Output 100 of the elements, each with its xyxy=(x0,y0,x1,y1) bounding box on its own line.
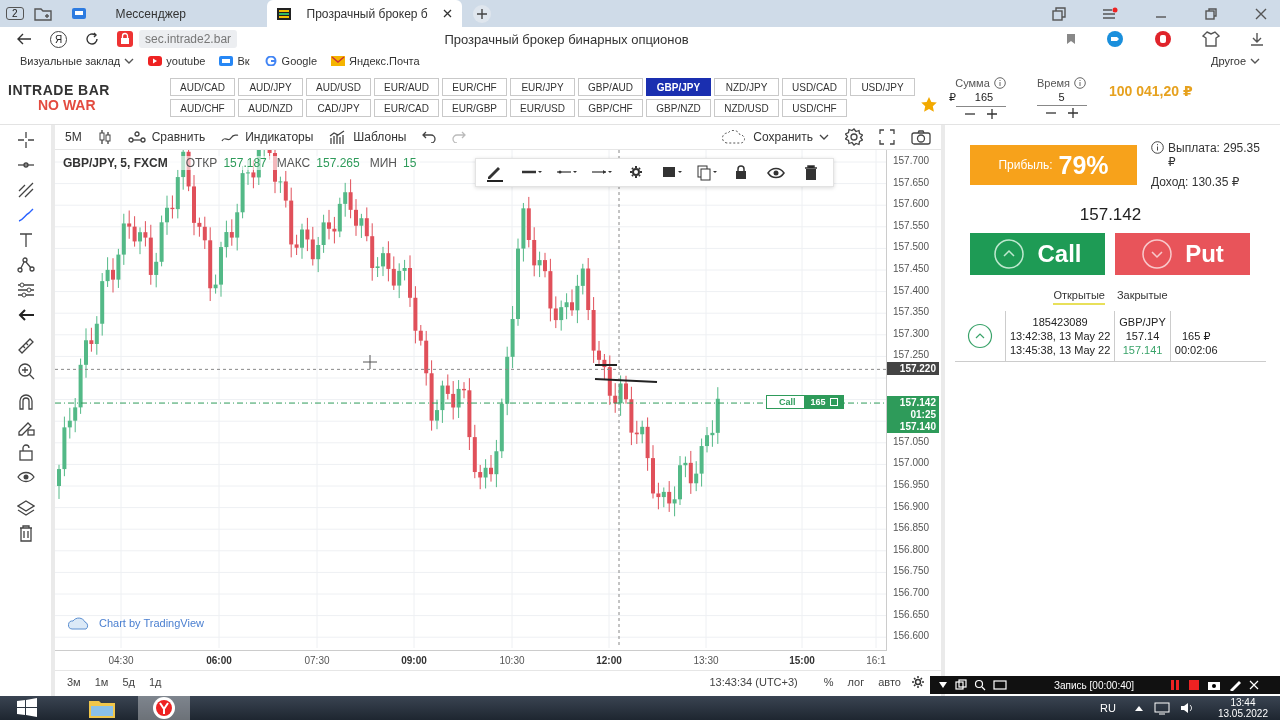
shirt-icon[interactable] xyxy=(1202,31,1220,47)
scale-button[interactable]: авто xyxy=(874,675,905,688)
toolbar-button[interactable]: Индикаторы xyxy=(221,129,314,145)
plus-icon[interactable] xyxy=(985,108,998,119)
pen-icon[interactable] xyxy=(1228,679,1243,691)
tabs-icon[interactable] xyxy=(1052,6,1066,21)
settings-icon[interactable] xyxy=(845,128,863,146)
bookmark-link[interactable]: Другое xyxy=(1211,55,1260,67)
call-button[interactable]: Call xyxy=(970,233,1105,275)
pair-button[interactable]: AUD/USD xyxy=(306,78,371,96)
new-tab-icon[interactable] xyxy=(471,3,492,24)
pair-button[interactable]: AUD/NZD xyxy=(238,99,303,117)
frame-icon[interactable] xyxy=(993,679,1007,691)
caret-icon[interactable] xyxy=(1133,704,1144,712)
pair-button[interactable]: NZD/USD xyxy=(714,99,779,117)
sliders-icon[interactable] xyxy=(16,281,35,299)
brush-icon[interactable] xyxy=(16,181,35,199)
address-field[interactable]: sec.intrade2.bar xyxy=(139,30,238,48)
layers-icon[interactable] xyxy=(16,499,35,517)
bookmark-link[interactable]: Google xyxy=(263,55,318,67)
pair-button[interactable]: EUR/AUD xyxy=(374,78,439,96)
camera-icon[interactable] xyxy=(1207,679,1222,691)
language-indicator[interactable]: RU xyxy=(1100,702,1116,714)
browser-tab[interactable]: Прозрачный брокер б xyxy=(266,0,462,27)
fullscreen-icon[interactable] xyxy=(879,129,895,145)
pair-button[interactable]: AUD/CAD xyxy=(170,78,235,96)
browser-tab[interactable]: Мессенджер xyxy=(61,0,257,27)
stop-icon[interactable] xyxy=(1188,679,1201,691)
pair-button[interactable]: CAD/JPY xyxy=(306,99,371,117)
pair-button[interactable]: NZD/JPY xyxy=(714,78,779,96)
scale-button[interactable]: лог xyxy=(843,675,869,688)
bookmark-link[interactable]: Яндекс.Почта xyxy=(331,55,420,67)
bookmark-link[interactable]: youtube xyxy=(148,55,206,67)
pair-button[interactable]: EUR/GBP xyxy=(442,99,507,117)
reload-icon[interactable] xyxy=(85,32,99,46)
bookmark-icon[interactable] xyxy=(1066,33,1076,45)
crosshair-icon[interactable] xyxy=(16,131,35,149)
camera-icon[interactable] xyxy=(911,129,931,145)
input-field[interactable]: ₽ 165 xyxy=(943,88,1018,106)
tab[interactable]: Закрытые xyxy=(1116,287,1168,305)
magnet-icon[interactable] xyxy=(16,393,35,411)
back-icon[interactable] xyxy=(16,32,32,46)
pair-button[interactable]: AUD/CHF xyxy=(170,99,235,117)
range-button[interactable]: 1м xyxy=(90,675,113,688)
window-icon[interactable] xyxy=(955,679,967,691)
speaker-icon[interactable] xyxy=(1179,701,1194,715)
pause-icon[interactable] xyxy=(1169,679,1182,691)
pair-button[interactable]: EUR/USD xyxy=(510,99,575,117)
arrow-down-icon xyxy=(1141,238,1174,270)
pair-button[interactable]: GBP/NZD xyxy=(646,99,711,117)
put-button[interactable]: Put xyxy=(1115,233,1250,275)
range-button[interactable]: 1д xyxy=(144,675,166,688)
input-field[interactable]: 5 xyxy=(1024,89,1099,105)
tab-count-badge[interactable]: 2 xyxy=(6,7,24,20)
interval-button[interactable]: 5М xyxy=(65,130,82,144)
star-icon[interactable] xyxy=(921,97,937,112)
pair-button[interactable]: USD/JPY xyxy=(850,78,915,96)
range-button[interactable]: 5д xyxy=(118,675,139,688)
pair-button[interactable]: GBP/AUD xyxy=(578,78,643,96)
pair-button[interactable]: GBP/JPY xyxy=(646,78,711,96)
bookmark-link[interactable]: Визуальные заклад xyxy=(20,55,135,67)
attribution-link[interactable]: Chart by TradingView xyxy=(67,616,204,630)
settings-icon[interactable] xyxy=(911,674,925,689)
save-button[interactable]: Сохранить xyxy=(721,130,829,144)
pair-button[interactable]: USD/CHF xyxy=(782,99,847,117)
scale-button[interactable]: % xyxy=(819,675,838,688)
plus-icon[interactable] xyxy=(1066,108,1079,118)
pair-button[interactable]: EUR/JPY xyxy=(510,78,575,96)
pair-button[interactable]: GBP/CHF xyxy=(578,99,643,117)
copy-icon[interactable] xyxy=(696,163,718,182)
info-icon[interactable] xyxy=(1151,141,1164,154)
ruler-icon[interactable] xyxy=(16,337,35,355)
pair-button[interactable]: AUD/JPY xyxy=(238,78,303,96)
pair-button[interactable]: EUR/CAD xyxy=(374,99,439,117)
info-icon[interactable] xyxy=(1074,77,1087,89)
windows-icon[interactable] xyxy=(16,697,38,719)
browser-icon[interactable] xyxy=(152,696,176,720)
candles-icon[interactable] xyxy=(97,129,112,145)
toolbar-button[interactable]: Шаблоны xyxy=(329,129,407,145)
close-icon[interactable] xyxy=(442,9,452,18)
price-tick: 157.550 xyxy=(893,219,930,231)
info-icon[interactable] xyxy=(993,76,1006,89)
zoom-icon[interactable] xyxy=(16,362,35,380)
bookmark-link[interactable]: Вк xyxy=(219,55,250,67)
network-icon[interactable] xyxy=(1153,701,1170,715)
caret-icon[interactable] xyxy=(938,681,948,689)
search-icon[interactable] xyxy=(974,679,986,691)
toolbar-button[interactable]: Сравнить xyxy=(127,129,206,145)
undo-icon[interactable] xyxy=(422,131,437,143)
lock-icon[interactable] xyxy=(16,443,35,461)
restore-icon[interactable] xyxy=(1204,6,1218,21)
pair-button[interactable]: EUR/CHF xyxy=(442,78,507,96)
menu-icon[interactable] xyxy=(1102,6,1118,21)
new-folder-icon[interactable] xyxy=(33,6,52,21)
nodes-icon[interactable] xyxy=(16,256,35,274)
extension-icon[interactable] xyxy=(1106,30,1124,48)
pair-button[interactable]: USD/CAD xyxy=(782,78,847,96)
range-button[interactable]: 3м xyxy=(63,675,85,688)
tab[interactable]: Открытые xyxy=(1053,287,1105,305)
download-icon[interactable] xyxy=(1250,32,1264,46)
